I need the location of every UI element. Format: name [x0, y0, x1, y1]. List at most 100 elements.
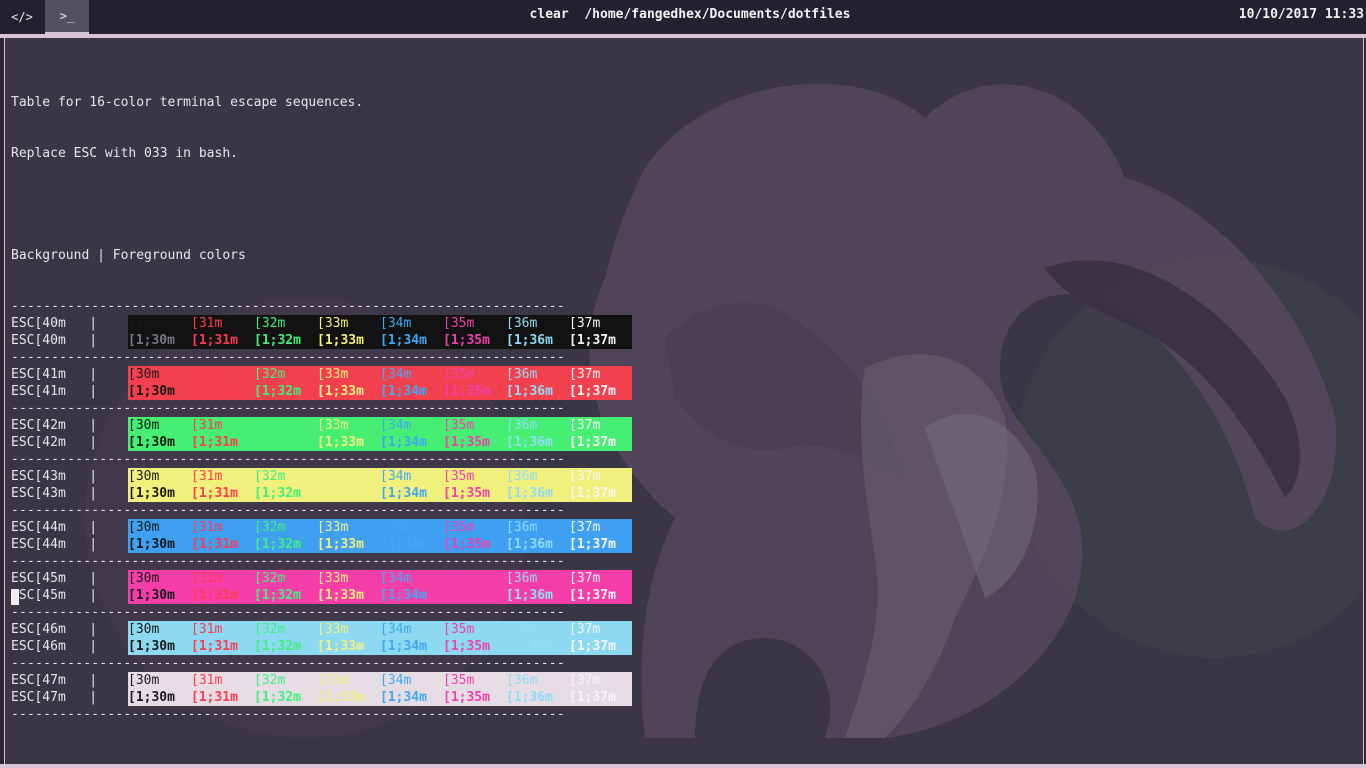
separator-line: ----------------------------------------…: [11, 605, 565, 620]
color-cell: [31m: [191, 469, 223, 484]
window-border-bottom: [0, 764, 1366, 768]
color-cell: [1;33m: [317, 435, 364, 450]
color-cell: [1;36m: [506, 690, 553, 705]
table-row: ESC[46m | [30m [31m [32m [33m [34m [35m [36m [37…: [11, 621, 632, 638]
color-cell: [1;35m: [443, 333, 490, 348]
color-cell: [34m: [380, 622, 412, 637]
color-sample-band: [30m [31m [32m [33m [34m [35m [36m [37m: [128, 621, 632, 638]
row-label: ESC[45m |: [11, 588, 98, 603]
table-row: ESC[46m | [1;30m [1;31m [1;32m [1;33m [1;34m[…: [11, 638, 632, 655]
color-cell: [35m: [443, 469, 475, 484]
color-cell: [1;37m: [569, 435, 616, 450]
color-cell: [1;37m: [569, 486, 616, 501]
color-cell: [34m: [380, 367, 412, 382]
color-cell: [37m: [569, 673, 601, 688]
color-cell: [1;34m: [380, 690, 427, 705]
color-cell: [1;33m: [317, 384, 364, 399]
color-cell: [32m: [254, 520, 286, 535]
color-cell: [1;34m: [380, 588, 427, 603]
color-cell: [37m: [569, 418, 601, 433]
color-cell: [1;31m: [191, 690, 238, 705]
table-row: ESC[47m | [30m [31m [32m [33m [34m [35m [36m [37…: [11, 672, 632, 689]
color-cell: [31m: [191, 367, 223, 382]
color-sample-band: [1;30m [1;31m [1;32m [1;33m [1;34m [1;35m [1;3…: [128, 587, 632, 604]
color-cell: [1;32m: [254, 588, 301, 603]
color-cell: [31m: [191, 571, 223, 586]
row-label: ESC[44m |: [11, 537, 98, 552]
color-cell: [33m: [317, 316, 349, 331]
color-cell: [36m: [506, 622, 538, 637]
row-label: ESC[45m |: [11, 571, 98, 586]
color-cell: [35m: [443, 418, 475, 433]
color-cell: [30m: [128, 469, 160, 484]
terminal-icon[interactable]: >_: [45, 0, 89, 34]
color-cell: [1;30m: [128, 690, 175, 705]
color-cell: [1;34m: [380, 333, 427, 348]
code-icon[interactable]: </>: [0, 0, 44, 34]
color-cell: [37m: [569, 520, 601, 535]
row-label: ESC[47m |: [11, 673, 98, 688]
table-row: ESC[45m | [1;30m [1;31m [1;32m [1;33m [1;34m […: [11, 587, 632, 604]
color-cell: [1;32m: [254, 639, 301, 654]
color-cell: [1;36m: [506, 384, 553, 399]
row-label: ESC[43m |: [11, 486, 98, 501]
color-cell: [30m: [128, 418, 160, 433]
color-cell: [35m: [443, 316, 475, 331]
color-cell: [1;30m: [128, 537, 175, 552]
color-cell: [1;30m: [128, 588, 175, 603]
color-cell: [31m: [191, 622, 223, 637]
intro-line-2: Replace ESC with 033 in bash.: [11, 146, 238, 161]
row-label: ESC[43m |: [11, 469, 98, 484]
color-cell: [37m: [569, 571, 601, 586]
color-cell: [1;37m: [569, 588, 616, 603]
color-cell: [31m: [191, 316, 223, 331]
color-sample-band: [1;30m [1;31m [1;32m [1;33m [1;34m [1;35m [1;3…: [128, 689, 632, 706]
color-cell: [1;37m: [569, 333, 616, 348]
table-row: ESC[40m | [30m [31m [32m [33m [34m [35m [36m [37…: [11, 315, 632, 332]
color-cell: [34m: [380, 469, 412, 484]
color-cell: [1;35m: [443, 384, 490, 399]
color-cell: [36m: [506, 571, 538, 586]
color-cell: [30m: [128, 622, 160, 637]
color-cell: [1;33m: [317, 588, 364, 603]
color-sample-band: [1;30m [1;31m [1;32m [1;33m [1;34m [1;35m [1;3…: [128, 332, 632, 349]
color-cell: [35m: [443, 571, 475, 586]
color-cell: [36m: [506, 520, 538, 535]
color-sample-band: [30m [31m [32m [33m [34m [35m [36m [37m: [128, 519, 632, 536]
color-cell: [1;37m: [569, 690, 616, 705]
color-cell: [1;32m: [254, 384, 301, 399]
color-cell: [1;32m: [254, 690, 301, 705]
row-label: ESC[46m |: [11, 622, 98, 637]
color-cell: [35m: [443, 673, 475, 688]
color-cell: [1;31m: [191, 588, 238, 603]
color-cell: [1;32m: [254, 435, 301, 450]
color-cell: [1;31m: [191, 384, 238, 399]
color-cell: [1;35m: [443, 639, 490, 654]
table-row: ESC[41m | [30m [31m [32m [33m [34m [35m [36m [37…: [11, 366, 632, 383]
color-sample-band: [1;30m [1;31m [1;32m [1;33m [1;34m [1;35m [1;3…: [128, 434, 632, 451]
color-sample-band: [30m [31m [32m [33m [34m [35m [36m [37m: [128, 417, 632, 434]
color-cell: [31m: [191, 673, 223, 688]
separator-line: ----------------------------------------…: [11, 707, 565, 722]
table-row: ESC[43m | [30m [31m [32m [33m [34m [35m [36m [37…: [11, 468, 632, 485]
color-cell: [33m: [317, 418, 349, 433]
terminal-window[interactable]: Table for 16-color terminal escape seque…: [4, 38, 1364, 764]
row-label: ESC[42m |: [11, 418, 98, 433]
row-label: ESC[42m |: [11, 435, 98, 450]
table-row: ESC[43m | [1;30m [1;31m [1;32m [1;33m [1;34m[…: [11, 485, 632, 502]
separator-line: ----------------------------------------…: [11, 554, 565, 569]
color-cell: [1;35m: [443, 537, 490, 552]
color-cell: [1;37m: [569, 639, 616, 654]
color-cell: [33m: [317, 571, 349, 586]
color-cell: [1;32m: [254, 537, 301, 552]
color-cell: [34m: [380, 571, 412, 586]
separator-line: ----------------------------------------…: [11, 452, 565, 467]
color-cell: [30m: [128, 673, 160, 688]
color-cell: [1;34m: [380, 537, 427, 552]
row-label: ESC[40m |: [11, 316, 98, 331]
color-sample-band: [1;30m [1;31m [1;32m [1;33m [1;34m [1;35m [1;3…: [128, 485, 632, 502]
color-cell: [33m: [317, 622, 349, 637]
color-cell: [36m: [506, 316, 538, 331]
separator-line: ----------------------------------------…: [11, 299, 565, 314]
color-cell: [34m: [380, 673, 412, 688]
